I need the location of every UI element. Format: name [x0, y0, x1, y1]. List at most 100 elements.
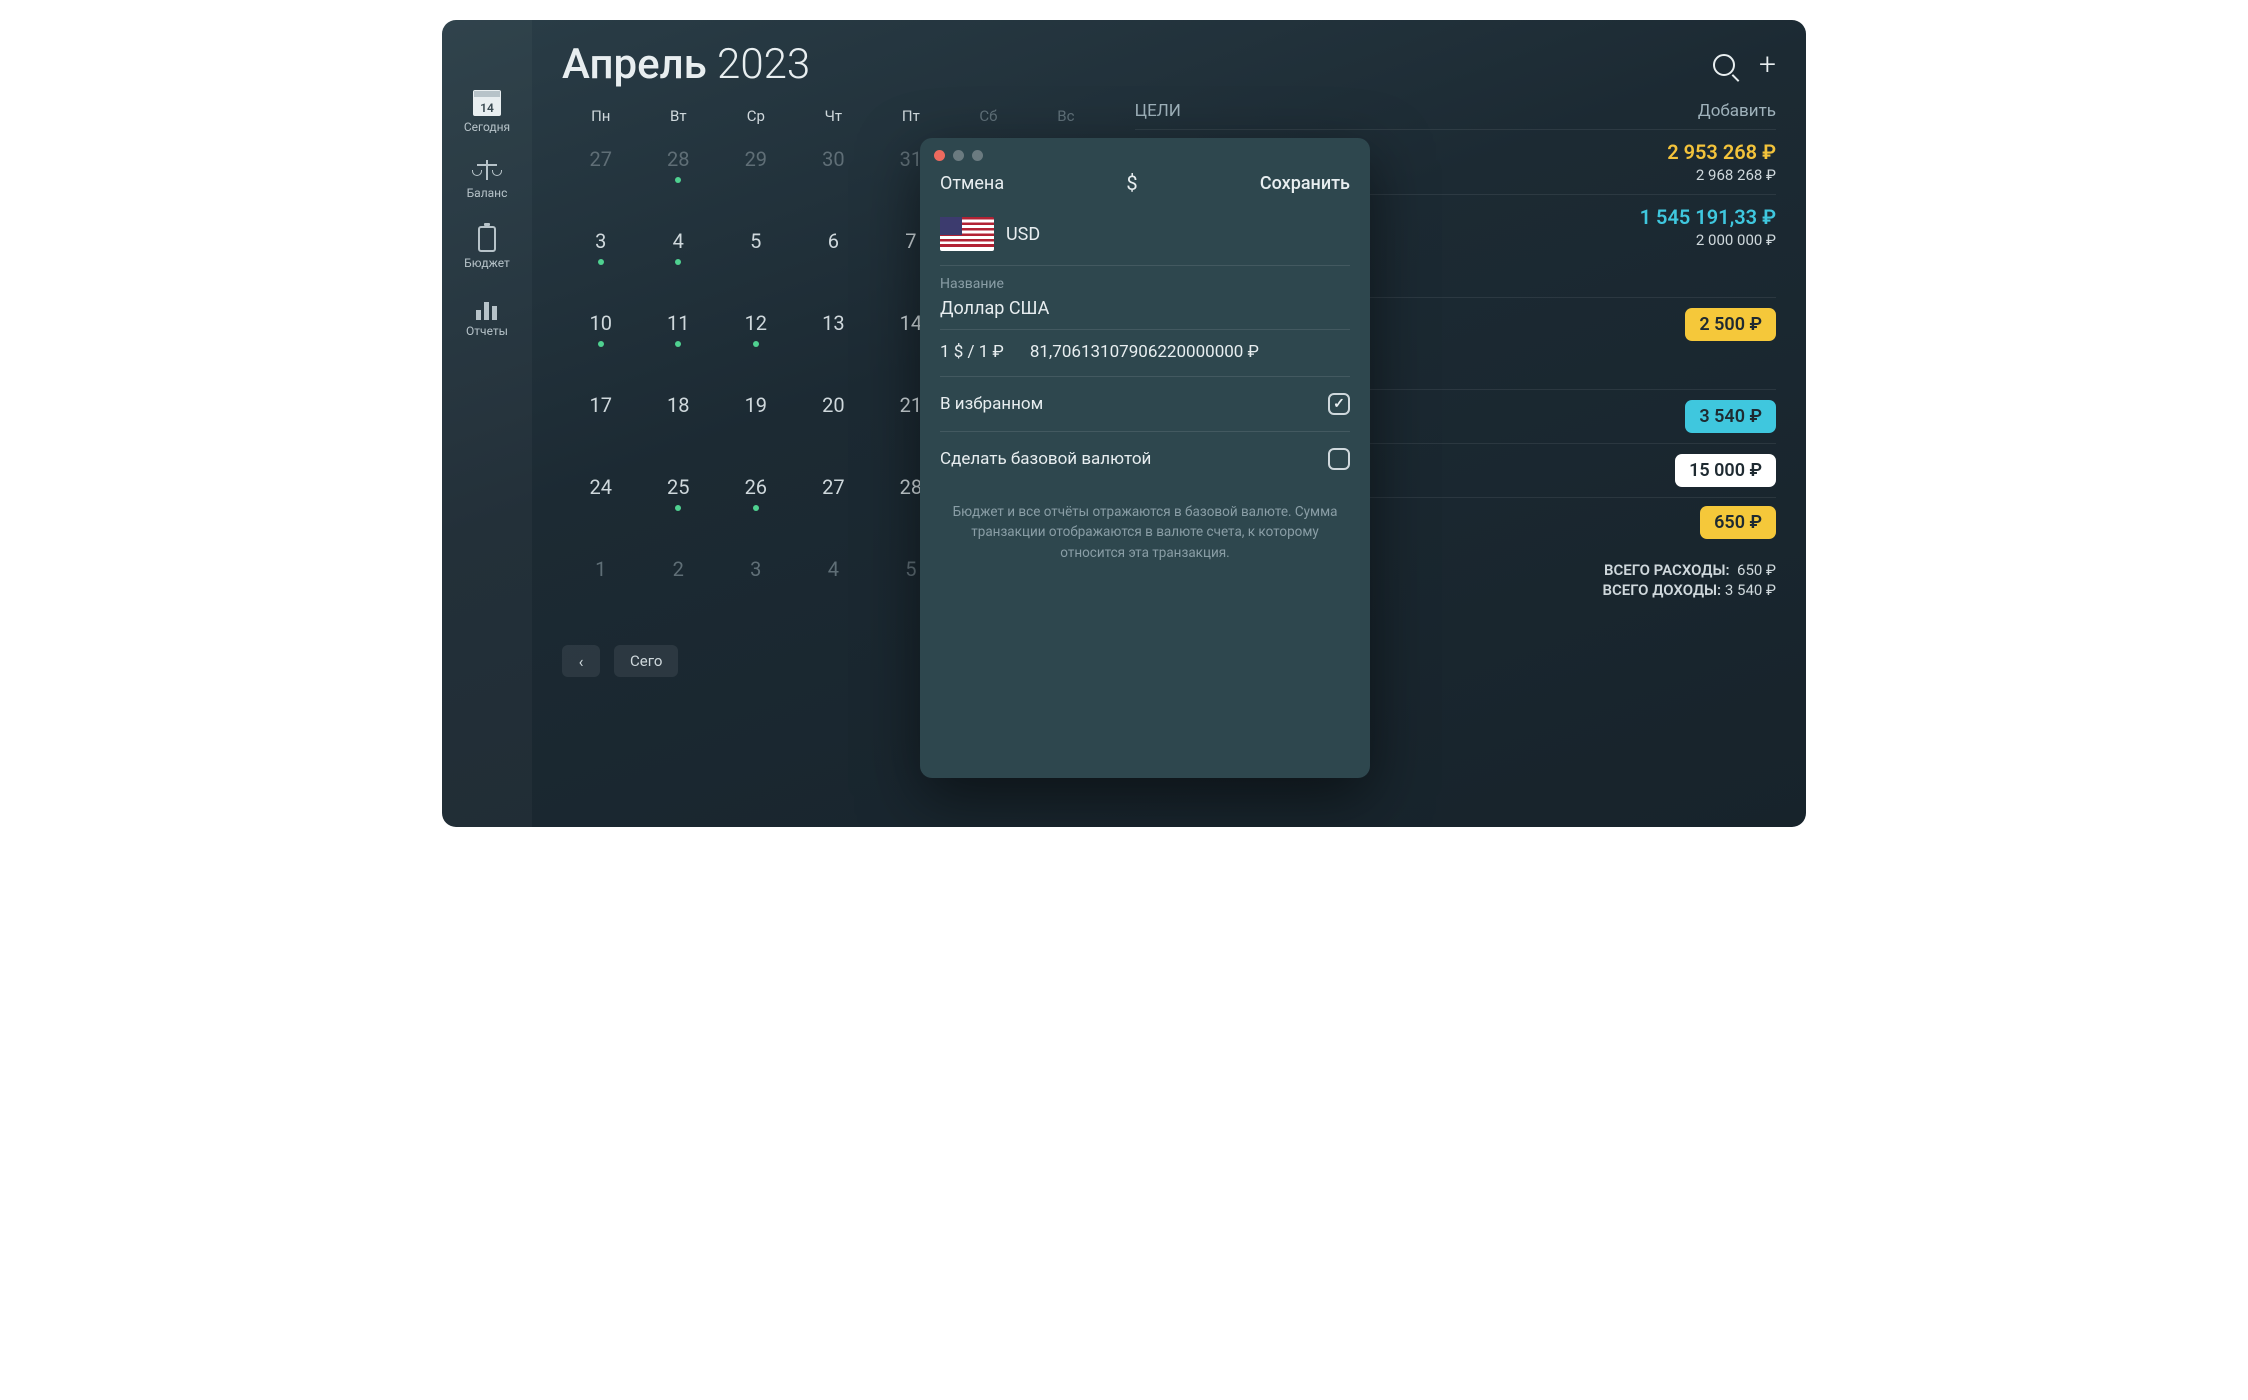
currency-flag-row[interactable]: USD — [940, 209, 1350, 266]
weekday-cell: Вс — [1027, 107, 1105, 125]
sidebar: 14 Сегодня Баланс Бюджет Отчеты — [442, 20, 532, 827]
zoom-window-icon[interactable] — [972, 150, 983, 161]
base-currency-label: Сделать базовой валютой — [940, 449, 1151, 469]
txn-amount: 650 ₽ — [1700, 506, 1776, 539]
base-currency-checkbox[interactable] — [1328, 448, 1350, 470]
save-button[interactable]: Сохранить — [1260, 173, 1350, 194]
base-currency-row[interactable]: Сделать базовой валютой — [940, 432, 1350, 486]
date-cell[interactable]: 5 — [717, 229, 795, 253]
txn-amount: 3 540 ₽ — [1685, 400, 1776, 433]
sidebar-reports-label: Отчеты — [466, 324, 508, 338]
date-cell[interactable]: 10 — [562, 311, 640, 347]
search-icon[interactable] — [1713, 54, 1735, 76]
event-dot-icon — [598, 341, 604, 347]
event-dot-icon — [675, 505, 681, 511]
battery-icon — [478, 226, 496, 252]
currency-symbol: $ — [1126, 171, 1137, 195]
date-cell[interactable]: 13 — [795, 311, 873, 335]
name-field-label: Название — [940, 266, 1350, 294]
date-cell[interactable]: 28 — [640, 147, 718, 183]
cancel-button[interactable]: Отмена — [940, 173, 1004, 194]
date-cell[interactable]: 24 — [562, 475, 640, 499]
favorite-label: В избранном — [940, 394, 1043, 414]
date-cell[interactable]: 29 — [717, 147, 795, 171]
favorite-row[interactable]: В избранном — [940, 377, 1350, 432]
title-year: 2023 — [717, 40, 810, 89]
favorite-checkbox[interactable] — [1328, 393, 1350, 415]
sidebar-today[interactable]: 14 Сегодня — [464, 90, 510, 134]
weekday-cell: Пт — [872, 107, 950, 125]
prev-month-button[interactable]: ‹ — [562, 645, 600, 677]
date-cell[interactable]: 2 — [640, 557, 718, 581]
calendar-icon: 14 — [473, 90, 501, 116]
txn-amount: 15 000 ₽ — [1675, 454, 1776, 487]
title-month: Апрель — [562, 40, 707, 89]
total-expenses: 650 ₽ — [1737, 561, 1776, 579]
date-cell[interactable]: 30 — [795, 147, 873, 171]
date-cell[interactable]: 25 — [640, 475, 718, 511]
window-controls — [920, 138, 1370, 161]
date-cell[interactable]: 27 — [795, 475, 873, 499]
page-title: Апрель 2023 — [562, 40, 810, 89]
goal-amount: 1 545 191,33 ₽ — [1640, 205, 1776, 229]
rate-row[interactable]: 1 $ / 1 ₽ 81,70613107906220000000 ₽ — [940, 330, 1350, 377]
total-expenses-label: ВСЕГО РАСХОДЫ: — [1604, 561, 1730, 579]
event-dot-icon — [753, 505, 759, 511]
sidebar-reports[interactable]: Отчеты — [466, 296, 508, 338]
us-flag-icon — [940, 217, 994, 251]
scale-icon — [473, 160, 501, 182]
close-window-icon[interactable] — [934, 150, 945, 161]
bars-icon — [476, 296, 497, 320]
plus-icon[interactable]: + — [1759, 54, 1776, 76]
date-cell[interactable]: 26 — [717, 475, 795, 511]
date-cell[interactable]: 27 — [562, 147, 640, 171]
sidebar-budget[interactable]: Бюджет — [464, 226, 510, 270]
total-income-label: ВСЕГО ДОХОДЫ: — [1602, 581, 1721, 599]
event-dot-icon — [753, 341, 759, 347]
goals-header: ЦЕЛИ — [1135, 101, 1181, 121]
date-cell[interactable]: 19 — [717, 393, 795, 417]
goal-target: 2 968 268 ₽ — [1667, 166, 1776, 184]
date-cell[interactable]: 1 — [562, 557, 640, 581]
rate-unit: 1 $ / 1 ₽ — [940, 342, 1004, 362]
sidebar-balance-label: Баланс — [467, 186, 508, 200]
today-button[interactable]: Сего — [614, 645, 678, 677]
weekday-cell: Сб — [950, 107, 1028, 125]
event-dot-icon — [598, 259, 604, 265]
weekday-header: ПнВтСрЧтПтСбВс — [562, 101, 1105, 139]
total-income: 3 540 ₽ — [1725, 581, 1776, 599]
event-dot-icon — [675, 341, 681, 347]
date-cell[interactable]: 20 — [795, 393, 873, 417]
weekday-cell: Пн — [562, 107, 640, 125]
modal-note: Бюджет и все отчёты отражаются в базовой… — [940, 486, 1350, 579]
date-cell[interactable]: 4 — [795, 557, 873, 581]
date-cell[interactable]: 12 — [717, 311, 795, 347]
weekday-cell: Чт — [795, 107, 873, 125]
date-cell[interactable]: 18 — [640, 393, 718, 417]
goal-amount: 2 953 268 ₽ — [1667, 140, 1776, 164]
event-dot-icon — [675, 177, 681, 183]
name-field[interactable]: Доллар США — [940, 294, 1350, 330]
calendar-icon-day: 14 — [480, 101, 494, 115]
date-cell[interactable]: 4 — [640, 229, 718, 265]
currency-code: USD — [1006, 224, 1040, 245]
add-button[interactable]: Добавить — [1698, 101, 1776, 121]
minimize-window-icon[interactable] — [953, 150, 964, 161]
date-cell[interactable]: 11 — [640, 311, 718, 347]
date-cell[interactable]: 17 — [562, 393, 640, 417]
weekday-cell: Ср — [717, 107, 795, 125]
date-cell[interactable]: 3 — [562, 229, 640, 265]
date-cell[interactable]: 3 — [717, 557, 795, 581]
goal-target: 2 000 000 ₽ — [1640, 231, 1776, 249]
sidebar-budget-label: Бюджет — [464, 256, 510, 270]
app-window: 14 Сегодня Баланс Бюджет Отчеты Апрель 2… — [442, 20, 1806, 827]
sidebar-balance[interactable]: Баланс — [467, 160, 508, 200]
rate-value: 81,70613107906220000000 ₽ — [1030, 342, 1259, 362]
header: Апрель 2023 + — [562, 40, 1776, 89]
txn-amount: 2 500 ₽ — [1685, 308, 1776, 341]
date-cell[interactable]: 6 — [795, 229, 873, 253]
weekday-cell: Вт — [640, 107, 718, 125]
currency-modal: Отмена $ Сохранить USD Название Доллар С… — [920, 138, 1370, 778]
event-dot-icon — [675, 259, 681, 265]
sidebar-today-label: Сегодня — [464, 120, 510, 134]
